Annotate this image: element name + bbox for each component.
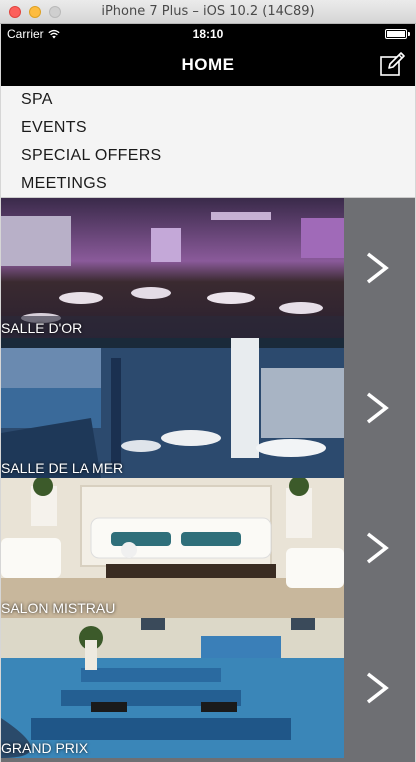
menu-item-special-offers[interactable]: SPECIAL OFFERS [1,142,415,170]
room-row-grand-prix[interactable]: GRAND PRIX [1,618,415,758]
status-time: 18:10 [192,27,224,41]
compose-icon[interactable] [379,52,405,78]
room-photo [1,478,344,618]
chevron-right-icon [366,672,389,704]
window-title: iPhone 7 Plus – iOS 10.2 (14C89) [101,4,315,19]
room-photo [1,338,344,478]
simulator-titlebar: iPhone 7 Plus – iOS 10.2 (14C89) [0,0,416,24]
status-bar: Carrier 18:10 [1,24,415,44]
room-row-salle-de-la-mer[interactable]: SALLE DE LA MER [1,338,415,478]
room-row-salle-dor[interactable]: SALLE D'OR [1,198,415,338]
battery-icon [385,29,410,39]
room-name: GRAND PRIX [1,740,89,756]
room-name: SALLE DE LA MER [1,460,124,476]
room-name: SALLE D'OR [1,320,83,336]
battery-level [387,31,405,37]
room-row-salon-mistrau[interactable]: SALON MISTRAU [1,478,415,618]
dropdown-menu: SPA EVENTS SPECIAL OFFERS MEETINGS [1,86,415,198]
room-photo [1,198,344,338]
navigation-bar: HOME [1,44,415,86]
menu-item-events[interactable]: EVENTS [1,114,415,142]
room-list: SALLE D'OR SALLE DE LA MER SALON MISTRAU… [1,198,415,762]
chevron-right-icon [366,392,389,424]
menu-item-meetings[interactable]: MEETINGS [1,170,415,198]
menu-item-spa[interactable]: SPA [1,86,415,114]
room-name: SALON MISTRAU [1,600,116,616]
device-screen: Carrier 18:10 HOME SPA EVENTS SPECIAL OF… [1,24,415,762]
chevron-right-icon [366,532,389,564]
room-photo [1,618,344,758]
chevron-right-icon [366,252,389,284]
page-title: HOME [181,55,235,74]
